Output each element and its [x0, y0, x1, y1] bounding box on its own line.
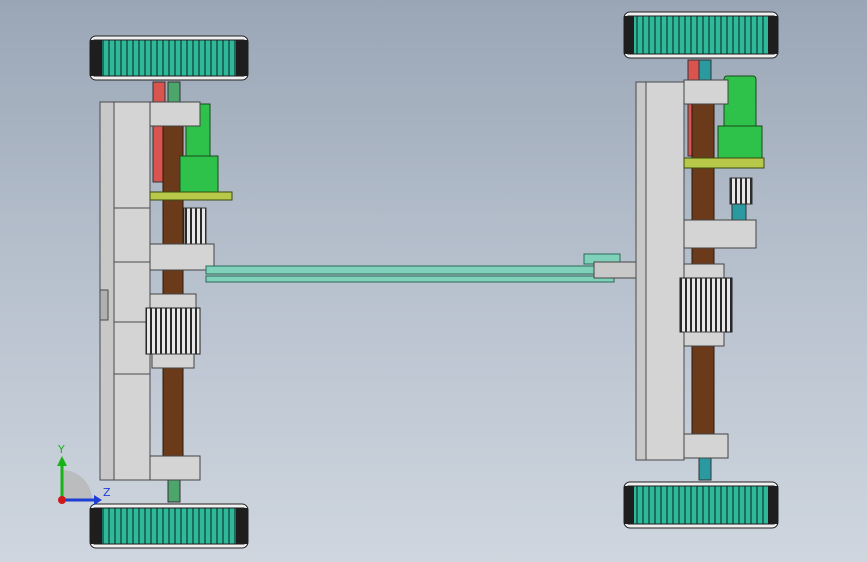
- right-bearing-bottom: [683, 433, 729, 459]
- right-axle-assembly: [623, 11, 779, 529]
- right-bearing-top: [683, 79, 729, 105]
- left-bearing-top: [149, 101, 201, 127]
- right-coupling: [729, 177, 753, 205]
- left-frame-plate: [99, 101, 151, 481]
- right-frame-plate: [635, 81, 685, 461]
- right-bevel-gear: [679, 263, 733, 347]
- axis-triad-icon: [57, 456, 102, 505]
- left-bevel-gear: [145, 293, 201, 369]
- right-mount-block: [683, 219, 757, 249]
- left-bottom-wheel: [89, 503, 249, 549]
- z-axis-label: Z: [103, 486, 111, 499]
- left-top-wheel: [89, 35, 249, 81]
- left-bearing-bottom: [149, 455, 201, 481]
- y-axis-label: Y: [58, 443, 65, 456]
- right-bottom-wheel: [623, 481, 779, 529]
- left-mount-block: [149, 243, 215, 271]
- cad-viewport[interactable]: Y Z: [0, 0, 867, 562]
- left-coupling: [183, 207, 207, 245]
- left-axle-assembly: [89, 35, 249, 549]
- chassis-assembly-model[interactable]: [0, 0, 867, 562]
- connecting-rod: [205, 253, 643, 283]
- right-top-wheel: [623, 11, 779, 59]
